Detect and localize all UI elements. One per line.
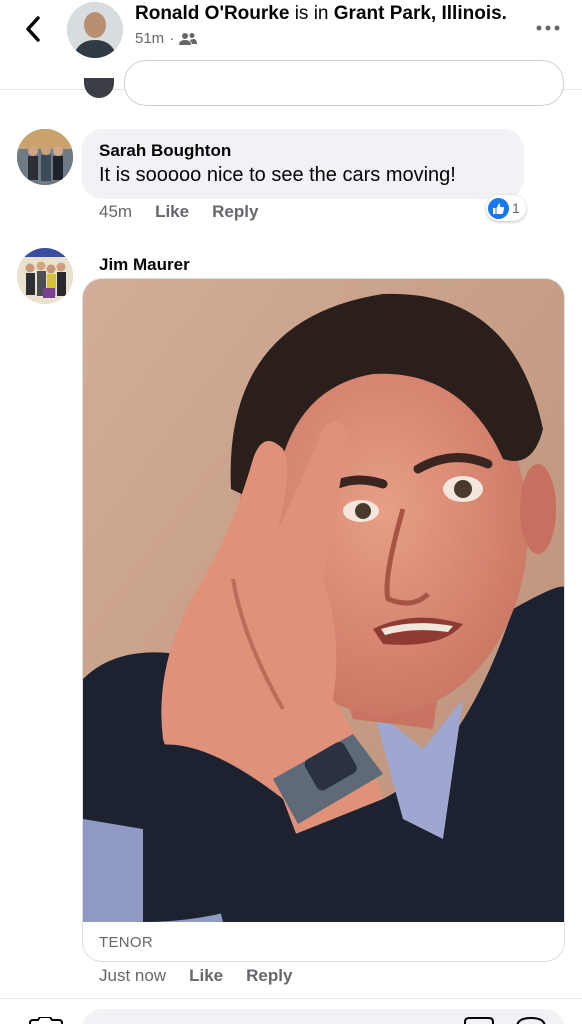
gif-attachment[interactable]: TENOR xyxy=(82,278,565,962)
reaction-summary[interactable]: 1 xyxy=(486,195,526,221)
friends-icon[interactable] xyxy=(179,32,198,46)
comment-author[interactable]: Sarah Boughton xyxy=(99,140,507,162)
comment-time[interactable]: Just now xyxy=(99,966,166,986)
emoji-icon[interactable] xyxy=(516,1017,546,1024)
commenter-avatar[interactable] xyxy=(17,248,73,304)
commenter-avatar[interactable] xyxy=(17,129,73,185)
like-reaction-icon xyxy=(488,197,509,219)
reaction-count: 1 xyxy=(512,200,520,216)
post-meta: 51m · xyxy=(135,30,515,47)
comment-bubble: Sarah Boughton It is sooooo nice to see … xyxy=(82,129,524,199)
comment-actions: 45m Like Reply xyxy=(99,202,281,222)
gif-source-label: TENOR xyxy=(99,934,153,951)
meta-separator: · xyxy=(169,30,175,47)
author-name[interactable]: Ronald O'Rourke xyxy=(135,3,289,24)
gif-icon[interactable] xyxy=(464,1017,494,1024)
like-button[interactable]: Like xyxy=(189,966,223,986)
comment-text: It is sooooo nice to see the cars moving… xyxy=(99,164,456,186)
previous-comment-bubble xyxy=(124,60,564,106)
comment-author[interactable]: Jim Maurer xyxy=(99,254,190,276)
comment-composer xyxy=(0,998,582,1024)
camera-icon[interactable] xyxy=(28,1017,64,1024)
post-title: Ronald O'Rourke is in Grant Park, Illino… xyxy=(135,2,515,26)
author-avatar[interactable] xyxy=(67,2,123,58)
checkin-connector: is in xyxy=(294,3,329,24)
reply-button[interactable]: Reply xyxy=(246,966,292,986)
comment-time[interactable]: 45m xyxy=(99,202,132,222)
more-options-button[interactable] xyxy=(534,16,562,40)
post-time[interactable]: 51m xyxy=(135,30,164,47)
gif-image[interactable] xyxy=(83,279,564,922)
like-button[interactable]: Like xyxy=(155,202,189,222)
checkin-location[interactable]: Grant Park, Illinois. xyxy=(334,3,507,24)
back-button[interactable] xyxy=(18,14,48,44)
reply-button[interactable]: Reply xyxy=(212,202,258,222)
more-horizontal-icon xyxy=(536,25,560,31)
comment-actions: Just now Like Reply xyxy=(99,966,315,986)
chevron-left-icon xyxy=(26,16,40,42)
previous-comment-avatar[interactable] xyxy=(84,78,114,98)
